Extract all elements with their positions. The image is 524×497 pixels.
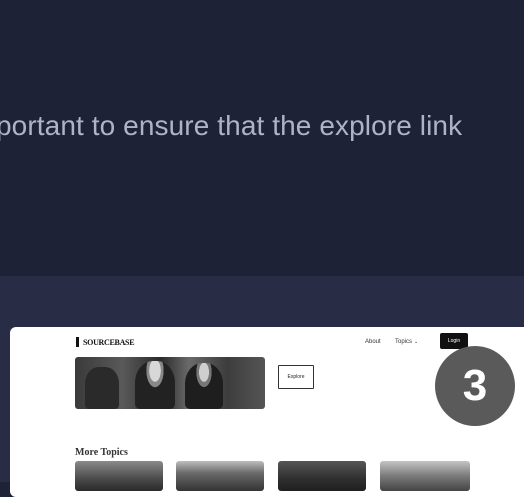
explore-button[interactable]: Explore xyxy=(278,365,314,389)
step-number-badge: 3 xyxy=(435,346,515,426)
topic-thumbnail[interactable] xyxy=(176,461,264,491)
topic-thumbnail[interactable] xyxy=(380,461,470,491)
topic-thumbnail[interactable] xyxy=(75,461,163,491)
chevron-down-icon: ⌄ xyxy=(414,339,419,345)
photo-figure xyxy=(185,363,223,409)
nav-link-topics[interactable]: Topics ⌄ xyxy=(395,339,418,345)
site-navbar: SOURCEBASE About Topics ⌄ Login xyxy=(10,327,524,357)
logo-icon xyxy=(76,337,79,347)
photo-figure xyxy=(135,361,175,409)
nav-topics-label: Topics xyxy=(395,339,413,345)
hero-photo xyxy=(75,357,265,409)
more-topics-heading: More Topics xyxy=(75,447,128,458)
site-logo[interactable]: SOURCEBASE xyxy=(76,337,135,347)
logo-text: SOURCEBASE xyxy=(83,337,135,347)
photo-figure xyxy=(85,367,119,409)
tutorial-header-band: portant to ensure that the explore link xyxy=(0,0,524,276)
topic-thumbnail[interactable] xyxy=(278,461,366,491)
nav-link-about[interactable]: About xyxy=(365,339,381,345)
tutorial-caption: portant to ensure that the explore link xyxy=(0,110,463,141)
